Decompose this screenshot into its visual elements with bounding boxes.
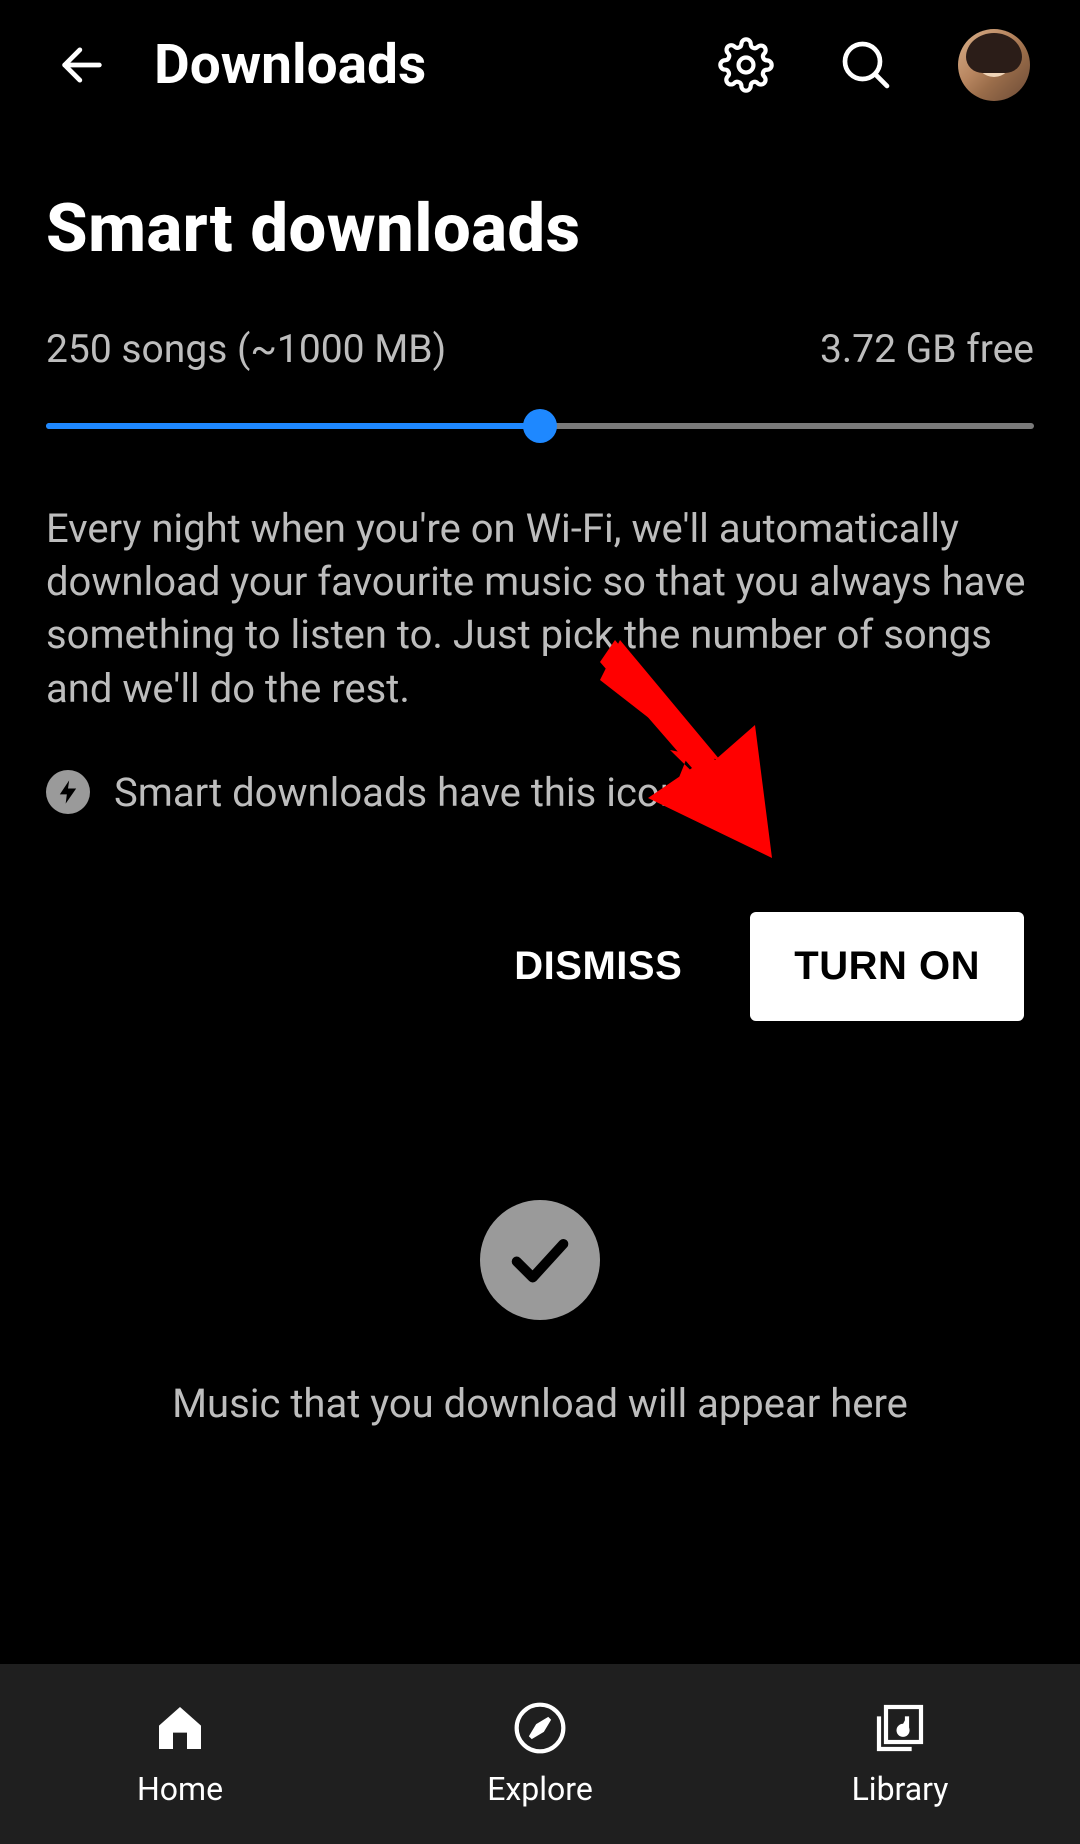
nav-home[interactable]: Home (0, 1664, 360, 1844)
songs-slider[interactable] (46, 410, 1034, 442)
icon-note-text: Smart downloads have this icon (114, 769, 682, 816)
home-icon (152, 1700, 208, 1760)
songs-count-label: 250 songs (~1000 MB) (46, 326, 446, 372)
nav-explore[interactable]: Explore (360, 1664, 720, 1844)
turn-on-button[interactable]: TURN ON (750, 912, 1024, 1021)
nav-library[interactable]: Library (720, 1664, 1080, 1844)
dismiss-button[interactable]: DISMISS (506, 924, 690, 1009)
smart-downloads-title: Smart downloads (46, 190, 1034, 268)
gear-icon[interactable] (718, 37, 774, 93)
back-arrow-icon[interactable] (56, 39, 108, 91)
library-icon (872, 1700, 928, 1760)
top-actions (718, 29, 1030, 101)
empty-state: Music that you download will appear here (0, 1200, 1080, 1427)
smart-downloads-description: Every night when you're on Wi-Fi, we'll … (46, 502, 1034, 715)
slider-thumb[interactable] (523, 409, 557, 443)
empty-state-text: Music that you download will appear here (172, 1380, 908, 1427)
app-bar: Downloads (0, 0, 1080, 130)
action-row: DISMISS TURN ON (46, 912, 1034, 1021)
free-space-label: 3.72 GB free (820, 326, 1034, 372)
slider-fill (46, 423, 540, 429)
nav-home-label: Home (137, 1770, 223, 1808)
smart-downloads-icon-note: Smart downloads have this icon (46, 769, 1034, 816)
avatar[interactable] (958, 29, 1030, 101)
check-icon (480, 1200, 600, 1320)
search-icon[interactable] (838, 37, 894, 93)
main-content: Smart downloads 250 songs (~1000 MB) 3.7… (0, 130, 1080, 1021)
bottom-nav: Home Explore Library (0, 1664, 1080, 1844)
nav-explore-label: Explore (487, 1770, 593, 1808)
bolt-icon (46, 770, 90, 814)
page-title: Downloads (154, 33, 718, 97)
slider-labels: 250 songs (~1000 MB) 3.72 GB free (46, 326, 1034, 372)
nav-library-label: Library (852, 1770, 949, 1808)
compass-icon (512, 1700, 568, 1760)
